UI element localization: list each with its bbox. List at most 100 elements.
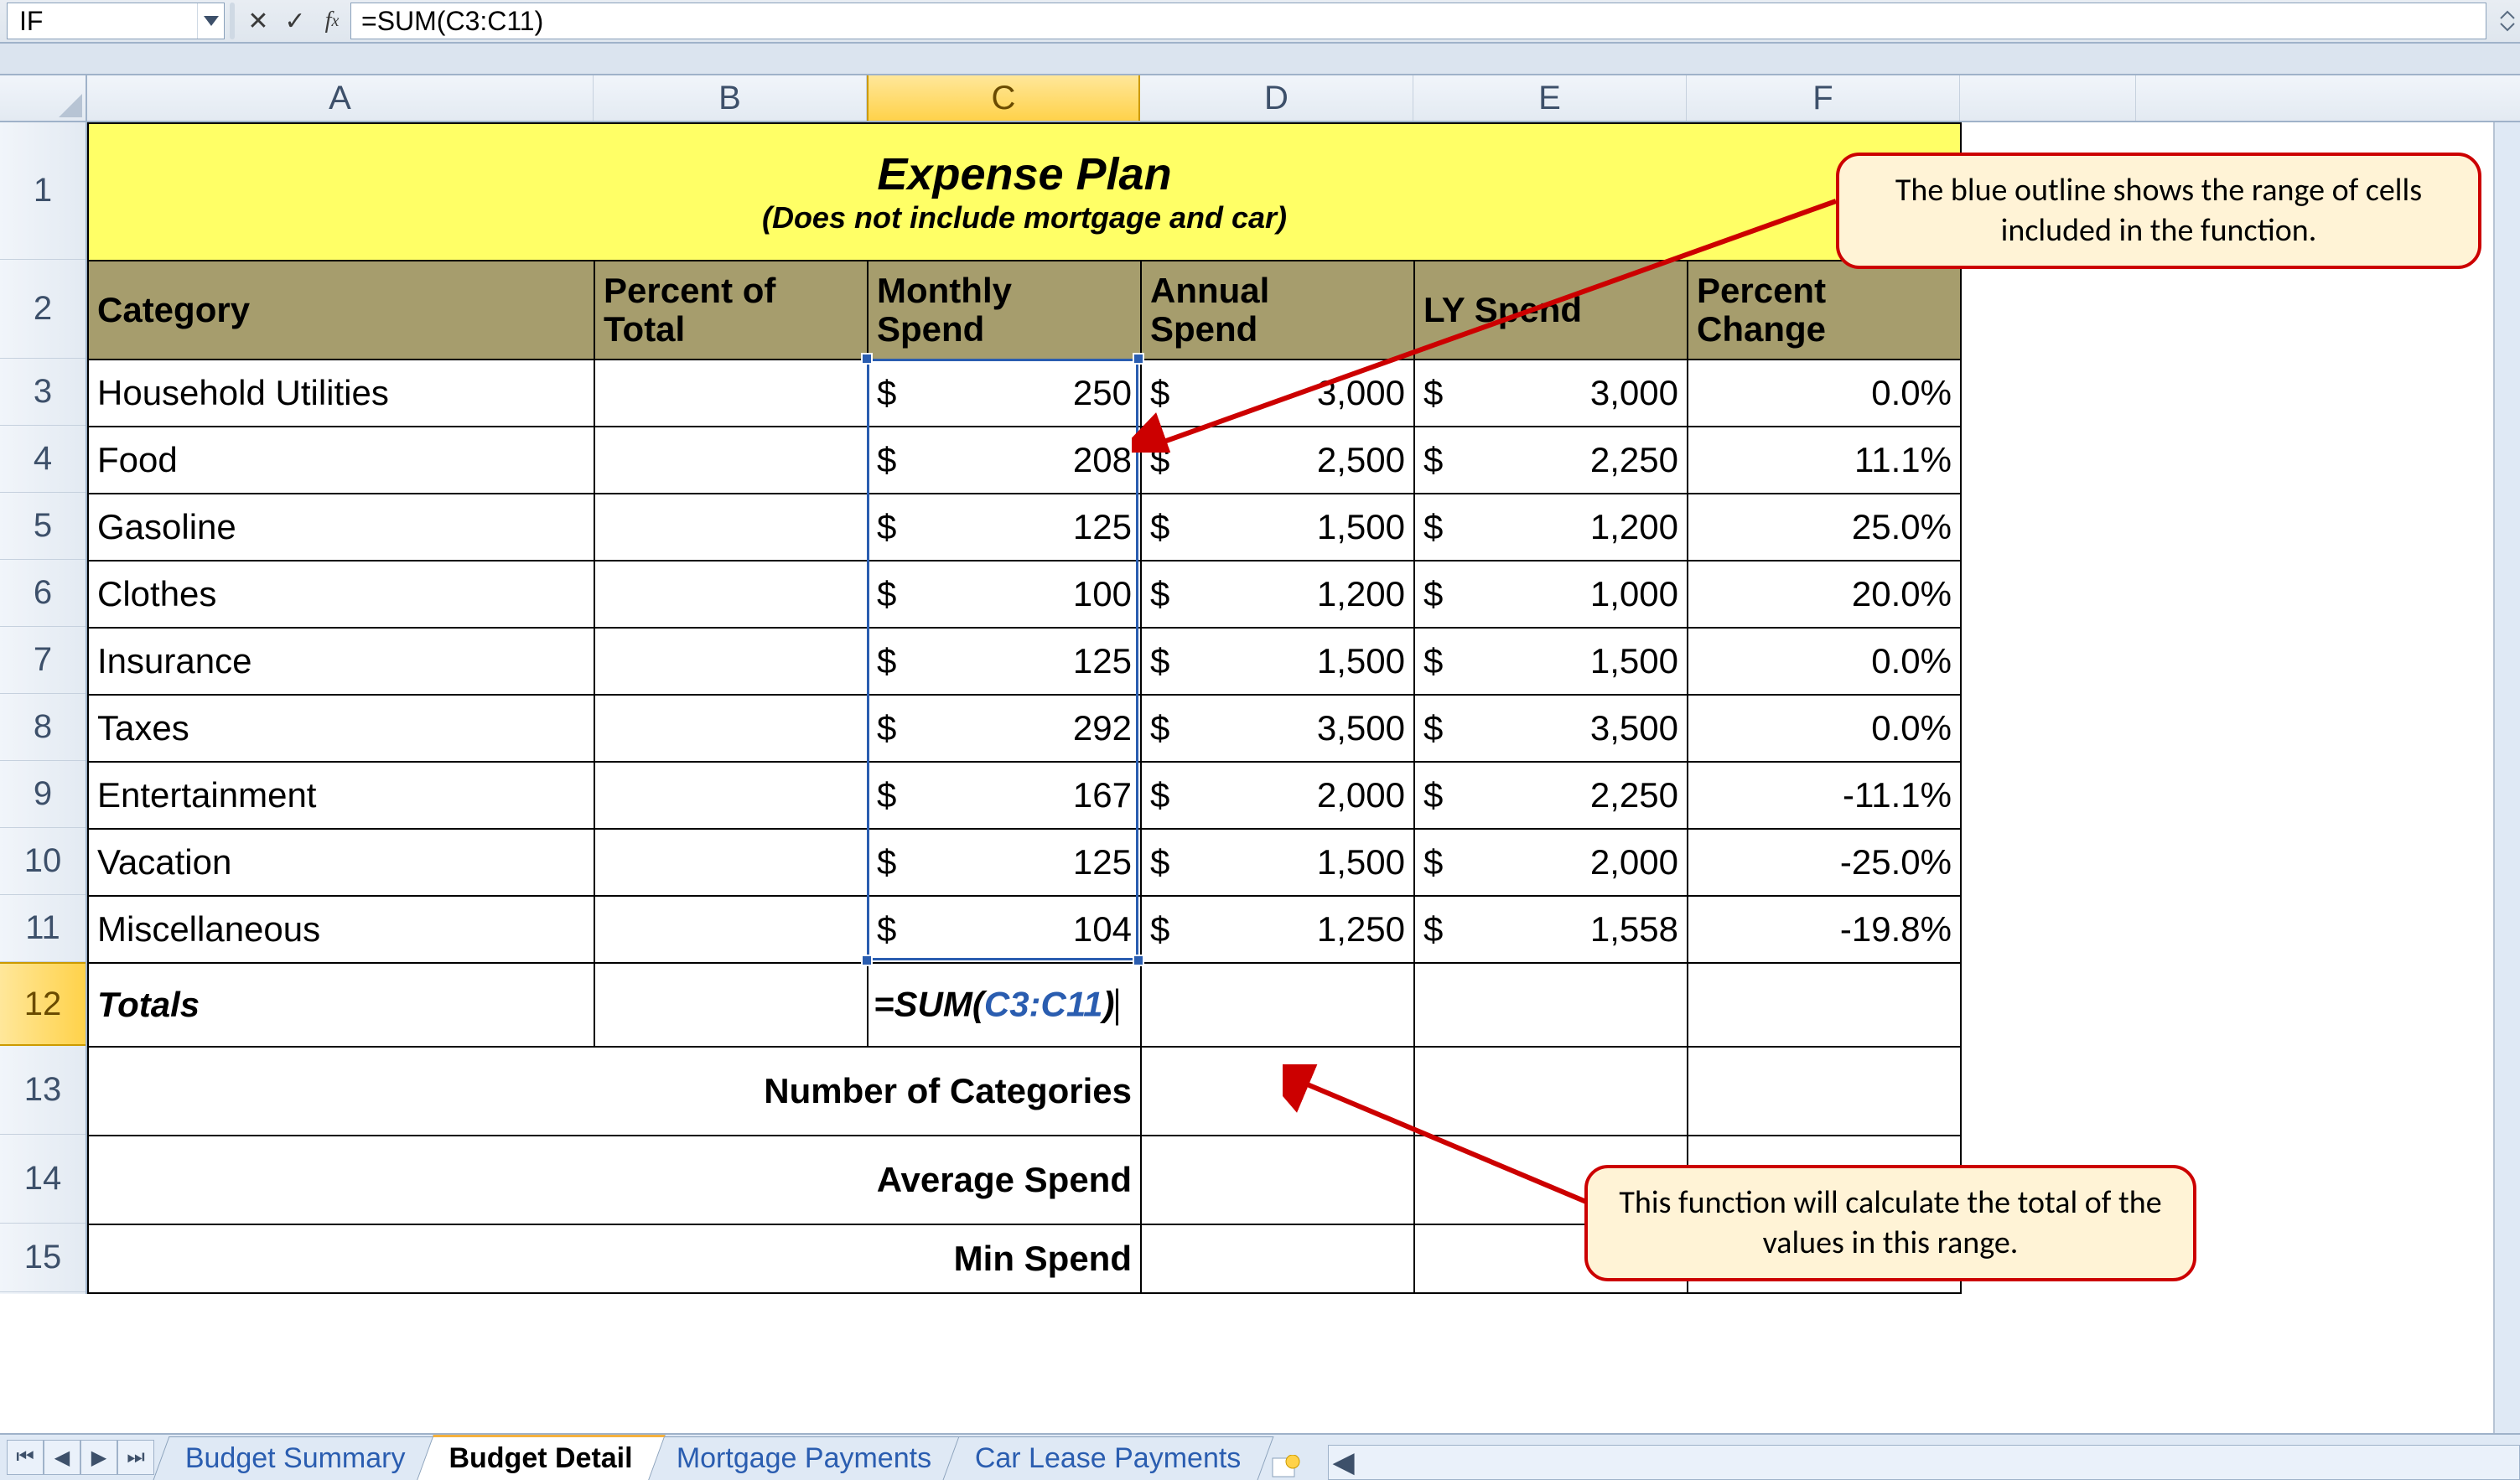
col-head-C[interactable]: C (867, 75, 1140, 121)
cell-E5[interactable]: $1,200 (1414, 494, 1688, 561)
cell-F11[interactable]: -19.8% (1688, 896, 1961, 963)
cell-E4[interactable]: $2,250 (1414, 427, 1688, 494)
cell-F9[interactable]: -11.1% (1688, 762, 1961, 829)
cell-C4[interactable]: $208 (868, 427, 1141, 494)
row-head-4[interactable]: 4 (0, 426, 86, 493)
col-head-F[interactable]: F (1687, 75, 1960, 121)
col-head-D[interactable]: D (1140, 75, 1413, 121)
cell-C11[interactable]: $104 (868, 896, 1141, 963)
cell-D13[interactable] (1141, 1047, 1414, 1136)
cell-C5[interactable]: $125 (868, 494, 1141, 561)
range-handle[interactable] (861, 353, 873, 365)
cell-D4[interactable]: $2,500 (1141, 427, 1414, 494)
label-row-15[interactable]: Min Spend (88, 1224, 1141, 1293)
cell-C9[interactable]: $167 (868, 762, 1141, 829)
row-head-15[interactable]: 15 (0, 1224, 86, 1292)
row-head-5[interactable]: 5 (0, 493, 86, 560)
header-F[interactable]: PercentChange (1688, 261, 1961, 360)
enter-button[interactable]: ✓ (277, 3, 314, 39)
cell-A5[interactable]: Gasoline (88, 494, 594, 561)
cell-B3[interactable] (594, 360, 868, 427)
title-cell[interactable]: Expense Plan(Does not include mortgage a… (88, 123, 1961, 261)
cell-B9[interactable] (594, 762, 868, 829)
cell-F3[interactable]: 0.0% (1688, 360, 1961, 427)
cell-E11[interactable]: $1,558 (1414, 896, 1688, 963)
cell-B6[interactable] (594, 561, 868, 628)
col-head-B[interactable]: B (594, 75, 867, 121)
cell-C10[interactable]: $125 (868, 829, 1141, 896)
col-head-A[interactable]: A (87, 75, 594, 121)
sheet[interactable]: Expense Plan(Does not include mortgage a… (87, 122, 1962, 1294)
row-head-1[interactable]: 1 (0, 122, 86, 260)
cell-F5[interactable]: 25.0% (1688, 494, 1961, 561)
label-row-13[interactable]: Number of Categories (88, 1047, 1141, 1136)
cell-D8[interactable]: $3,500 (1141, 695, 1414, 762)
cell-C8[interactable]: $292 (868, 695, 1141, 762)
row-head-12[interactable]: 12 (0, 962, 86, 1046)
cell-B5[interactable] (594, 494, 868, 561)
sheet-tab[interactable]: Budget Summary (153, 1436, 438, 1480)
select-all-cell[interactable] (0, 75, 87, 121)
cell-C6[interactable]: $100 (868, 561, 1141, 628)
row-head-10[interactable]: 10 (0, 828, 86, 895)
cell-D9[interactable]: $2,000 (1141, 762, 1414, 829)
cell-A7[interactable]: Insurance (88, 628, 594, 695)
cancel-button[interactable]: ✕ (240, 3, 277, 39)
new-sheet-button[interactable] (1261, 1455, 1311, 1480)
cell-D7[interactable]: $1,500 (1141, 628, 1414, 695)
name-box[interactable]: IF (7, 3, 225, 39)
formula-input[interactable]: =SUM(C3:C11) (350, 3, 2486, 39)
sheet-tab[interactable]: Car Lease Payments (943, 1436, 1273, 1480)
cell-F4[interactable]: 11.1% (1688, 427, 1961, 494)
cell-E13[interactable] (1414, 1047, 1688, 1136)
row-head-8[interactable]: 8 (0, 694, 86, 761)
split-handle[interactable] (230, 3, 235, 39)
cell-D6[interactable]: $1,200 (1141, 561, 1414, 628)
cell-A4[interactable]: Food (88, 427, 594, 494)
cell-A6[interactable]: Clothes (88, 561, 594, 628)
cell-B8[interactable] (594, 695, 868, 762)
header-B[interactable]: Percent ofTotal (594, 261, 868, 360)
cell-A11[interactable]: Miscellaneous (88, 896, 594, 963)
row-head-9[interactable]: 9 (0, 761, 86, 828)
cell-A8[interactable]: Taxes (88, 695, 594, 762)
scroll-left-button[interactable]: ◀ (1329, 1446, 1359, 1479)
cell-D3[interactable]: $3,000 (1141, 360, 1414, 427)
range-handle[interactable] (861, 955, 873, 966)
cell-F12[interactable] (1688, 963, 1961, 1047)
tab-next-button[interactable]: ▶ (80, 1440, 117, 1475)
cell-E8[interactable]: $3,500 (1414, 695, 1688, 762)
cell-F7[interactable]: 0.0% (1688, 628, 1961, 695)
cell-F13[interactable] (1688, 1047, 1961, 1136)
cell-B4[interactable] (594, 427, 868, 494)
header-C[interactable]: MonthlySpend (868, 261, 1141, 360)
row-head-11[interactable]: 11 (0, 895, 86, 962)
row-head-6[interactable]: 6 (0, 560, 86, 627)
header-E[interactable]: LY Spend (1414, 261, 1688, 360)
cell-D10[interactable]: $1,500 (1141, 829, 1414, 896)
row-head-14[interactable]: 14 (0, 1135, 86, 1224)
tab-first-button[interactable]: ⏮ (7, 1440, 44, 1475)
cell-E9[interactable]: $2,250 (1414, 762, 1688, 829)
cell-E10[interactable]: $2,000 (1414, 829, 1688, 896)
sheet-tab[interactable]: Mortgage Payments (644, 1436, 963, 1480)
cell-A3[interactable]: Household Utilities (88, 360, 594, 427)
vertical-scrollbar[interactable] (2493, 122, 2520, 1433)
cell-C3[interactable]: $250 (868, 360, 1141, 427)
cell-B11[interactable] (594, 896, 868, 963)
cell-D5[interactable]: $1,500 (1141, 494, 1414, 561)
cell-E3[interactable]: $3,000 (1414, 360, 1688, 427)
range-handle[interactable] (1133, 353, 1144, 365)
col-head-G[interactable] (1960, 75, 2136, 121)
cell-F6[interactable]: 20.0% (1688, 561, 1961, 628)
row-head-7[interactable]: 7 (0, 627, 86, 694)
cell-F8[interactable]: 0.0% (1688, 695, 1961, 762)
cell-B10[interactable] (594, 829, 868, 896)
cell-D11[interactable]: $1,250 (1141, 896, 1414, 963)
horizontal-scrollbar[interactable]: ◀ (1328, 1445, 2520, 1480)
cell-B7[interactable] (594, 628, 868, 695)
cell-C12[interactable]: =SUM(C3:C11) (868, 963, 1141, 1047)
range-handle[interactable] (1133, 955, 1144, 966)
row-head-2[interactable]: 2 (0, 260, 86, 359)
cell-A12[interactable]: Totals (88, 963, 594, 1047)
